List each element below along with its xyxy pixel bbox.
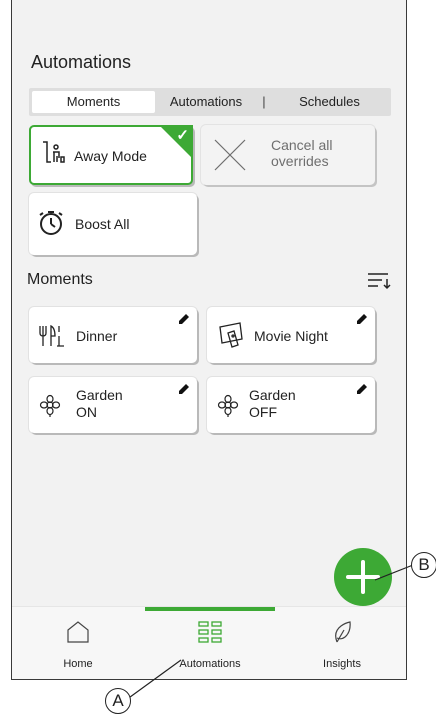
callout-a: A xyxy=(105,688,131,714)
callout-b: B xyxy=(411,552,436,578)
callout-lines xyxy=(125,564,414,701)
